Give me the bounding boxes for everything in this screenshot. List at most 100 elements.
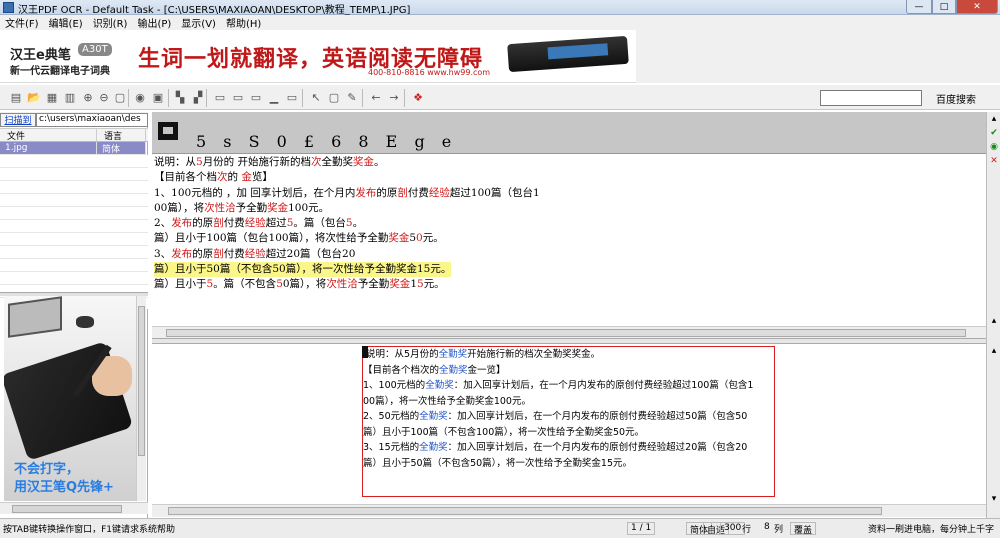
- next-icon[interactable]: ◉: [989, 142, 999, 152]
- status-column-label: 列: [774, 525, 784, 535]
- color-wheel-icon[interactable]: ❖: [410, 89, 426, 105]
- image-preview-strip[interactable]: 5 s S 0 £ 6 8 E g e: [152, 112, 986, 154]
- confirm-icon[interactable]: ✔: [989, 128, 999, 138]
- text-block-icon[interactable]: ▭: [212, 89, 228, 105]
- baidu-search-button[interactable]: 百度搜索: [936, 91, 976, 106]
- underline-icon[interactable]: ▁: [266, 89, 282, 105]
- scroll-up-icon[interactable]: ▴: [989, 316, 999, 326]
- banner-device-image: [507, 35, 629, 73]
- laptop-image: [8, 296, 62, 338]
- raw-line: 篇）且小于5。篇（不包含50篇），将次性洽予全勤奖金15元。: [154, 278, 445, 291]
- app-icon: [3, 2, 14, 13]
- layout-icon[interactable]: ▚: [172, 89, 188, 105]
- delete-icon[interactable]: ✕: [989, 156, 999, 166]
- scrollbar-thumb[interactable]: [12, 505, 122, 513]
- file-name: 1.jpg: [0, 142, 97, 155]
- menu-file[interactable]: 文件(F): [0, 15, 44, 30]
- result-line: 说明：从5月份的全勤奖开始施行新的档次全勤奖奖金。: [366, 349, 601, 360]
- mouse-image: [76, 316, 94, 328]
- image-mark: [158, 122, 178, 140]
- scrollbar-thumb[interactable]: [166, 329, 966, 337]
- raw-line-highlighted: 篇）且小于50篇（不包含50篇），将一次性给予全勤奖金15元。: [154, 262, 986, 278]
- toolbar-separator: [302, 89, 303, 107]
- file-row[interactable]: 1.jpg 简体: [0, 142, 148, 155]
- result-line: 篇）且小于50篇（不包含50篇），将一次性给予全勤奖金15元。: [363, 457, 633, 469]
- title-bar: 汉王PDF OCR - Default Task - [C:\USERS\MAX…: [0, 0, 1000, 16]
- menu-help[interactable]: 帮助(H): [221, 15, 266, 30]
- maximize-button[interactable]: □: [932, 0, 956, 14]
- scroll-up-icon[interactable]: ▴: [989, 346, 999, 356]
- banner-contact: 400-810-8816 www.hw99.com: [368, 68, 491, 77]
- toolbar-separator: [206, 89, 207, 107]
- select-icon[interactable]: ▢: [326, 89, 342, 105]
- ad-banner[interactable]: 汉王e典笔 A30T 新一代云翻译电子词典 生词一划就翻译，英语阅读无障碍 40…: [0, 30, 636, 83]
- raw-line: 篇）且小于100篇（包台100篇），将次性给予全勤奖金50元。: [154, 232, 444, 245]
- window-title: 汉王PDF OCR - Default Task - [C:\USERS\MAX…: [18, 5, 411, 16]
- scroll-down-icon[interactable]: ▾: [989, 494, 999, 504]
- search-input[interactable]: [820, 90, 922, 106]
- file-list-empty-rows: [0, 155, 148, 309]
- pen-icon[interactable]: ✎: [344, 89, 360, 105]
- close-button[interactable]: ✕: [956, 0, 998, 14]
- result-line: 3、15元档的全勤奖：加入回享计划后，在一个月内发布的原创付费经验超过20篇（包…: [363, 442, 748, 453]
- column-header-file[interactable]: 文件: [0, 129, 97, 142]
- save-icon[interactable]: ▦: [44, 89, 60, 105]
- image-block-icon[interactable]: ▭: [248, 89, 264, 105]
- result-line: 【目前各个档次的全勤奖金一览】: [363, 364, 506, 376]
- toolbar-separator: [168, 89, 169, 107]
- minimize-button[interactable]: —: [906, 0, 932, 14]
- banner-brand: 汉王e典笔: [10, 48, 71, 63]
- scrollbar-thumb[interactable]: [138, 306, 145, 456]
- raw-line: 2、发布的原剖付费经验超过5。篇（包台5。: [154, 217, 364, 230]
- recognize-icon[interactable]: ◉: [132, 89, 148, 105]
- scan-to-button[interactable]: 扫描到: [0, 112, 36, 127]
- page-indicator: 1 / 1: [627, 522, 656, 535]
- block-icon[interactable]: ▭: [284, 89, 300, 105]
- scrollbar-thumb[interactable]: [168, 507, 882, 515]
- fit-icon[interactable]: ▢: [112, 89, 128, 105]
- side-advertisement[interactable]: 不会打字， 用汉王笔Q先锋+: [4, 296, 136, 501]
- result-line: 00篇），将一次性给予全勤奖金100元。: [363, 395, 531, 407]
- split-icon[interactable]: ▞: [190, 89, 206, 105]
- zoom-out-icon[interactable]: ⊖: [96, 89, 112, 105]
- right-tool-strip: ▴ ✔ ◉ ✕ ▴ ▴ ▾: [986, 112, 1000, 518]
- open-folder-icon[interactable]: 📂: [26, 89, 42, 105]
- scan-path-row: 扫描到 c:\users\maxiaoan\des: [0, 112, 148, 127]
- status-hint: 按TAB键转换操作窗口，F1键请求系统帮助: [3, 525, 176, 535]
- table-block-icon[interactable]: ▭: [230, 89, 246, 105]
- raw-line: 【目前各个档次的 金览】: [154, 171, 273, 184]
- ad-vertical-scrollbar[interactable]: [136, 296, 146, 501]
- menu-output[interactable]: 输出(P): [132, 15, 176, 30]
- recognized-text-block[interactable]: 说明：从5月份的全勤奖开始施行新的档次全勤奖奖金。 【目前各个档次的全勤奖金一览…: [362, 346, 775, 497]
- arrow-right-icon[interactable]: →: [386, 89, 402, 105]
- banner-filler: [636, 30, 1000, 83]
- result-horizontal-scrollbar[interactable]: [152, 504, 986, 517]
- camera-icon[interactable]: ▣: [150, 89, 166, 105]
- zoom-in-icon[interactable]: ⊕: [80, 89, 96, 105]
- menu-edit[interactable]: 编辑(E): [44, 15, 88, 30]
- status-column-number: 8: [764, 522, 770, 532]
- status-news-ticker: 资料一刷进电脑，每分钟上千字: [868, 525, 995, 535]
- status-overwrite-mode: 覆盖: [790, 522, 817, 536]
- raw-pane-horizontal-scrollbar[interactable]: [152, 326, 986, 338]
- banner-brand-subtitle: 新一代云翻译电子词典: [10, 66, 110, 77]
- raw-ocr-text-pane[interactable]: 说明：从5月份的 开始施行新的档次全勤奖奖金。 【目前各个档次的 金览】 1、1…: [152, 155, 986, 327]
- left-horizontal-scrollbar[interactable]: [0, 502, 148, 514]
- status-row-label: 行: [742, 525, 752, 535]
- result-text-pane[interactable]: 说明：从5月份的全勤奖开始施行新的档次全勤奖奖金。 【目前各个档次的全勤奖金一览…: [152, 344, 986, 504]
- result-line: 篇）且小于100篇（不包含100篇），将一次性给予全勤奖金50元。: [363, 426, 645, 438]
- file-list: 文件 语言 1.jpg 简体: [0, 128, 148, 309]
- path-field[interactable]: c:\users\maxiaoan\des: [36, 112, 148, 127]
- status-bar: 按TAB键转换操作窗口，F1键请求系统帮助 1 / 1 简体 自适 300 行 …: [0, 518, 1000, 538]
- scan-icon[interactable]: ▤: [8, 89, 24, 105]
- raw-line: 00篇），将次性洽予全勤奖金100元。: [154, 201, 330, 214]
- arrow-left-icon[interactable]: ←: [368, 89, 384, 105]
- page-icon[interactable]: ▥: [62, 89, 78, 105]
- scroll-up-icon[interactable]: ▴: [989, 114, 999, 124]
- column-header-language[interactable]: 语言: [97, 129, 146, 142]
- pointer-icon[interactable]: ↖: [308, 89, 324, 105]
- menu-view[interactable]: 显示(V): [176, 15, 221, 30]
- menu-recognize[interactable]: 识别(R): [88, 15, 133, 30]
- image-recognized-header: 5 s S 0 £ 6 8 E g e: [196, 132, 458, 151]
- left-panel: 扫描到 c:\users\maxiaoan\des 文件 语言 1.jpg 简体…: [0, 112, 148, 518]
